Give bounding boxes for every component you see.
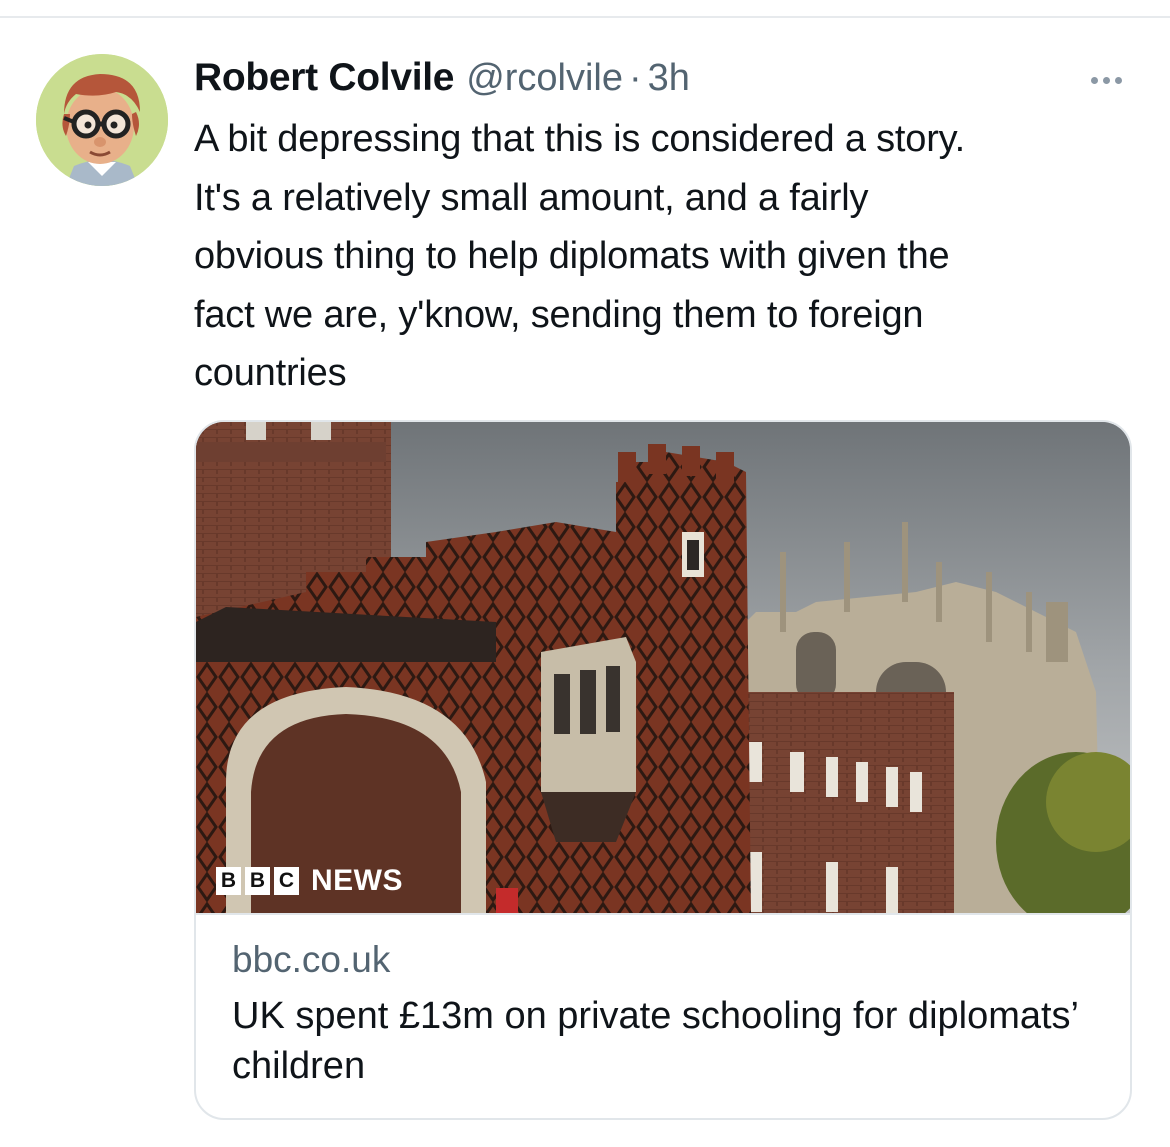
avatar-cartoon-icon bbox=[36, 54, 168, 186]
timestamp[interactable]: 3h bbox=[648, 57, 690, 100]
card-domain: bbc.co.uk bbox=[232, 939, 391, 980]
bbc-block: B bbox=[216, 867, 241, 895]
bbc-block: B bbox=[245, 867, 270, 895]
card-footer: bbc.co.uk UK spent £13m on private schoo… bbox=[196, 913, 1130, 1087]
more-dot bbox=[1102, 76, 1110, 84]
author-handle[interactable]: @rcolvile bbox=[466, 57, 623, 100]
bbc-block: C bbox=[274, 867, 299, 895]
more-options-icon[interactable] bbox=[1082, 70, 1130, 90]
tweet-header: Robert Colvile @rcolvile · 3h bbox=[194, 56, 690, 100]
author-name[interactable]: Robert Colvile bbox=[194, 56, 454, 100]
building-photo bbox=[196, 422, 1130, 913]
bbc-news-logo: B B C NEWS bbox=[216, 864, 403, 898]
bbc-news-word: NEWS bbox=[311, 864, 403, 897]
tweet[interactable]: Robert Colvile @rcolvile · 3h A bit depr… bbox=[0, 18, 1170, 1147]
more-dot bbox=[1090, 76, 1098, 84]
tweet-text: A bit depressing that this is considered… bbox=[194, 118, 966, 394]
more-dot bbox=[1114, 76, 1122, 84]
card-image: B B C NEWS bbox=[196, 422, 1130, 913]
avatar[interactable] bbox=[36, 54, 168, 186]
link-card[interactable]: B B C NEWS bbc.co.uk UK spent £13m on pr… bbox=[194, 420, 1132, 1120]
card-title: UK spent £13m on private schooling for d… bbox=[232, 995, 1078, 1087]
separator-dot: · bbox=[629, 57, 642, 99]
